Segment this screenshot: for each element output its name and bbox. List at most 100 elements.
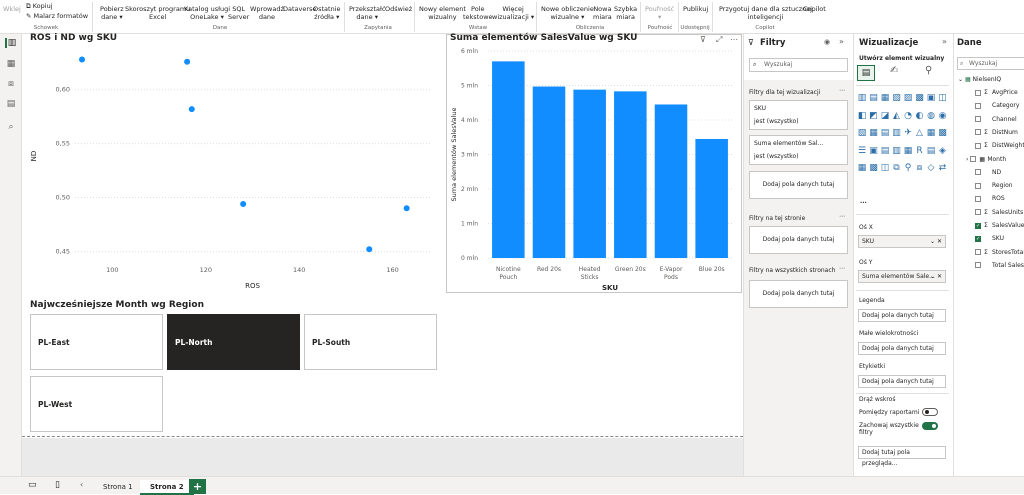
new-visual-button[interactable]: Nowy element wizualny [419, 5, 466, 21]
visual-type-icon[interactable]: ◧ [857, 111, 867, 122]
copilot-button[interactable]: Copilot [803, 5, 826, 13]
sensitivity-button[interactable]: Poufność ▾ [645, 5, 674, 21]
visual-type-icon[interactable]: ◇ [926, 163, 936, 174]
field-sku[interactable]: ✓ SKU [975, 233, 1004, 245]
visual-type-icon[interactable]: ▦ [903, 146, 913, 157]
field-salesunits[interactable]: Σ SalesUnits [975, 207, 1023, 219]
new-measure-button[interactable]: Nowa miara [593, 5, 612, 21]
new-visual-calc-button[interactable]: Nowe obliczenie wizualne ▾ [541, 5, 594, 21]
format-visual-tab-icon[interactable]: ✍ [890, 65, 898, 76]
field-total-sales[interactable]: Total Sales [975, 260, 1024, 272]
filters-page-more-icon[interactable]: ⋯ [839, 213, 845, 220]
table-nielseniq[interactable]: ⌄ ▦ NielsenIQ [958, 74, 1001, 86]
visual-type-icon[interactable]: ▤ [869, 93, 879, 104]
field-channel[interactable]: Channel [975, 114, 1017, 126]
analytics-tab-icon[interactable]: ⚲ [925, 65, 932, 76]
collapse-viz-icon[interactable]: » [942, 37, 947, 46]
tmdl-view-icon[interactable]: ⌕ [5, 122, 17, 132]
visual-type-icon[interactable]: ◫ [880, 163, 890, 174]
field-region[interactable]: Region [975, 180, 1013, 192]
paste-button[interactable]: Wklej [3, 5, 21, 13]
visual-type-icon[interactable]: ✈ [903, 128, 913, 139]
visual-type-icon[interactable]: R [915, 146, 925, 157]
visual-type-icon[interactable]: ▦ [880, 93, 890, 104]
region-card-pl-east[interactable]: PL-East [30, 314, 163, 370]
tab-strona-1[interactable]: Strona 1 [93, 480, 143, 495]
field-avgprice[interactable]: Σ AvgPrice [975, 87, 1018, 99]
field-storestotal[interactable]: Σ StoresTotal [975, 247, 1024, 259]
data-search-input[interactable]: ⌕ Wyszukaj [957, 57, 1024, 70]
visual-type-icon[interactable]: ▥ [857, 93, 867, 104]
visual-type-icon[interactable]: ◈ [938, 146, 948, 157]
recent-sources-button[interactable]: Ostatnie źródła ▾ [313, 5, 341, 21]
scatter-chart[interactable]: 0,60 0,55 0,50 0,45 100 120 140 160 ROS ND [22, 42, 442, 294]
filter-card-sku[interactable]: SKU jest (wszystko) [749, 100, 848, 130]
small-multiples-well[interactable]: Dodaj pola danych tutaj [858, 342, 946, 355]
visual-type-icon[interactable]: ▥ [892, 128, 902, 139]
visual-type-icon[interactable]: ▣ [869, 146, 879, 157]
tooltips-well[interactable]: Dodaj pola danych tutaj [858, 375, 946, 388]
visual-type-icon[interactable]: ◩ [869, 111, 879, 122]
filter-visual-add-well[interactable]: Dodaj pola danych tutaj [749, 171, 848, 199]
region-card-pl-north[interactable]: PL-North [167, 314, 300, 370]
visual-type-icon[interactable]: ▩ [938, 128, 948, 139]
report-view-icon[interactable]: ▥ [5, 38, 17, 48]
format-painter-button[interactable]: ✎ Malarz formatów [26, 12, 88, 20]
field-distweight[interactable]: Σ DistWeight [975, 140, 1024, 152]
visual-type-icon[interactable]: ▦ [869, 128, 879, 139]
eye-icon[interactable]: ◉ [824, 38, 830, 46]
filter-icon[interactable]: ⊽ [700, 35, 706, 44]
field-salesvalue[interactable]: ✓ Σ SalesValue [975, 220, 1024, 232]
visual-type-icon[interactable]: ▦ [926, 128, 936, 139]
visual-type-icon[interactable]: ⚲ [903, 163, 913, 174]
bar-chart[interactable]: 0 mln 1 mln 2 mln 3 mln 4 mln 5 mln 6 mln Nicot… [446, 44, 742, 294]
visual-type-icon[interactable]: △ [915, 128, 925, 139]
visual-type-icon[interactable]: ◭ [892, 111, 902, 122]
transform-data-button[interactable]: Przekształć dane ▾ [349, 5, 385, 21]
table-view-icon[interactable]: ▦ [5, 59, 17, 69]
prep-ai-button[interactable]: Przygotuj dane dla sztucznej inteligencji [719, 5, 812, 21]
visual-type-icon[interactable]: ▩ [915, 93, 925, 104]
visual-type-icon[interactable]: ☰ [857, 146, 867, 157]
build-visual-tab-icon[interactable]: ▤ [857, 65, 875, 81]
visual-type-icon[interactable]: ◍ [926, 111, 936, 122]
visual-type-icon[interactable]: ▧ [892, 93, 902, 104]
field-month[interactable]: › ▦ Month [966, 154, 1006, 166]
enter-data-button[interactable]: Wprowadź dane [250, 5, 284, 21]
visual-type-icon[interactable]: ▩ [869, 163, 879, 174]
visual-type-icon[interactable]: ◉ [938, 111, 948, 122]
visual-type-icon[interactable]: ▧ [857, 128, 867, 139]
add-page-button[interactable]: + [189, 479, 206, 494]
filter-card-salesvalue[interactable]: Suma elementów Sal... jest (wszystko) [749, 135, 848, 165]
visual-type-icon[interactable]: ▥ [892, 146, 902, 157]
field-nd[interactable]: ND [975, 167, 1001, 179]
tab-strona-2[interactable]: Strona 2 [140, 480, 194, 495]
region-card-pl-west[interactable]: PL-West [30, 376, 163, 432]
visual-type-icon[interactable]: ⇄ [938, 163, 948, 174]
prev-page-icon[interactable]: ‹ [80, 480, 83, 489]
visual-type-icon[interactable]: ▦ [857, 163, 867, 174]
collapse-filters-icon[interactable]: » [839, 37, 844, 46]
visual-type-icon[interactable]: ▣ [926, 93, 936, 104]
model-view-icon[interactable]: ⧈ [5, 79, 17, 89]
visual-type-icon[interactable]: ◪ [880, 111, 890, 122]
quick-measure-button[interactable]: Szybka miara [614, 5, 637, 21]
text-box-button[interactable]: Pole tekstowe [463, 5, 493, 21]
keep-filters-toggle[interactable] [922, 422, 938, 430]
drillthrough-well[interactable]: Dodaj tutaj pola przeglądа... [858, 446, 946, 467]
visual-type-icon[interactable]: ▤ [880, 146, 890, 157]
visual-type-icon[interactable]: ⧈ [915, 163, 925, 174]
mobile-layout-icon[interactable]: ▯ [55, 480, 60, 490]
field-ros[interactable]: ROS [975, 193, 1005, 205]
onelake-catalog-button[interactable]: Katalog usługi OneLake ▾ [184, 5, 230, 21]
filter-all-add-well[interactable]: Dodaj pola danych tutaj [749, 280, 848, 308]
filter-search-input[interactable]: ⌕ Wyszukaj [749, 58, 848, 72]
x-axis-well[interactable]: SKU ⌄ ✕ [858, 235, 946, 248]
visual-type-icon[interactable]: ▤ [880, 128, 890, 139]
legend-well[interactable]: Dodaj pola danych tutaj [858, 309, 946, 322]
cross-report-toggle[interactable] [922, 408, 938, 416]
sql-server-button[interactable]: SQL Server [228, 5, 249, 21]
visual-type-icon[interactable]: ◫ [938, 93, 948, 104]
dataverse-button[interactable]: Dataverse [283, 5, 316, 13]
field-category[interactable]: Category [975, 100, 1019, 112]
